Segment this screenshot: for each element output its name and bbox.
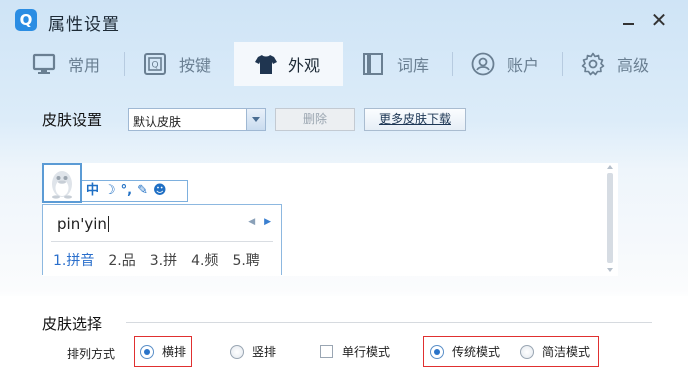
window-title: 属性设置 [48, 15, 120, 35]
candidate-item[interactable]: 3.拼 [150, 250, 177, 270]
horizontal-label: 横排 [162, 345, 187, 359]
more-skins-download-button[interactable]: 更多皮肤下载 [364, 108, 466, 131]
chevron-down-icon[interactable] [246, 109, 265, 130]
traditional-mode-radio[interactable]: 传统模式 [430, 343, 500, 360]
scroll-up-icon[interactable] [607, 165, 613, 169]
punctuation-icon[interactable]: °, [121, 181, 132, 201]
candidate-item[interactable]: 2.品 [108, 250, 135, 270]
simple-mode-label: 简洁模式 [542, 345, 591, 359]
traditional-mode-label: 传统模式 [452, 345, 501, 359]
wrench-icon[interactable]: ✎ [137, 181, 148, 201]
svg-text:Q: Q [151, 61, 158, 71]
arrange-label: 排列方式 [67, 347, 116, 361]
section-divider [126, 322, 652, 323]
gear-icon [581, 52, 605, 76]
tab-account[interactable]: 账户 [471, 42, 539, 86]
tab-appearance-label: 外观 [288, 56, 321, 75]
candidate-list: 1.拼音 2.品 3.拼 4.频 5.聘 [53, 250, 260, 270]
vertical-radio[interactable]: 竖排 [230, 343, 276, 360]
candidate-page-nav: ◀ ▶ [242, 217, 271, 227]
radio-unchecked-icon[interactable] [520, 344, 534, 359]
tab-account-label: 账户 [507, 56, 540, 75]
user-icon [471, 52, 495, 76]
horizontal-radio[interactable]: 横排 [140, 343, 186, 360]
key-icon: Q [143, 52, 167, 76]
skin-dropdown[interactable]: 默认皮肤 [128, 108, 266, 131]
tab-separator [452, 52, 453, 76]
palette-icon[interactable]: ☻ [153, 181, 167, 201]
skin-settings-heading: 皮肤设置 [42, 111, 103, 129]
title-bar: Q 属性设置 ✕ [0, 0, 688, 40]
close-button[interactable]: ✕ [649, 10, 669, 30]
moon-icon[interactable]: ☽ [104, 181, 116, 201]
skin-dropdown-value: 默认皮肤 [133, 115, 182, 129]
tshirt-icon [254, 52, 278, 76]
radio-unchecked-icon[interactable] [230, 344, 244, 359]
composition-text: pin'yin [57, 215, 109, 233]
single-line-checkbox[interactable]: 单行模式 [320, 343, 390, 360]
vertical-label: 竖排 [252, 345, 277, 359]
tab-bar: 常用 Q 按键 外观 词库 账户 高级 [0, 42, 688, 86]
radio-checked-icon[interactable] [430, 344, 444, 359]
candidate-item[interactable]: 1.拼音 [53, 250, 94, 270]
skin-choose-heading: 皮肤选择 [42, 315, 103, 333]
single-line-label: 单行模式 [342, 345, 391, 359]
app-logo-icon: Q [15, 9, 37, 31]
tab-common-label: 常用 [68, 56, 101, 75]
radio-checked-icon[interactable] [140, 344, 154, 359]
candidate-window: pin'yin ◀ ▶ 1.拼音 2.品 3.拼 4.频 5.聘 [42, 204, 282, 275]
tab-keys-label: 按键 [179, 56, 212, 75]
tab-keys[interactable]: Q 按键 [143, 42, 211, 86]
tab-common[interactable]: 常用 [32, 42, 100, 86]
minimize-button[interactable] [618, 10, 638, 30]
tab-appearance[interactable]: 外观 [234, 42, 343, 86]
delete-skin-button[interactable]: 删除 [275, 108, 355, 131]
tab-advanced-label: 高级 [617, 56, 650, 75]
tab-dictionary[interactable]: 词库 [361, 42, 429, 86]
penguin-avatar-icon [42, 163, 82, 203]
tab-advanced[interactable]: 高级 [581, 42, 649, 86]
simple-mode-radio[interactable]: 简洁模式 [520, 343, 590, 360]
scroll-thumb[interactable] [607, 173, 613, 263]
book-icon [361, 52, 385, 76]
checkbox-icon[interactable] [320, 345, 333, 358]
candidate-item[interactable]: 4.频 [191, 250, 218, 270]
ime-status-toolbar: 中 ☽ °, ✎ ☻ [82, 180, 188, 202]
next-page-icon[interactable]: ▶ [264, 217, 271, 227]
tab-separator [562, 52, 563, 76]
tab-separator [124, 52, 125, 76]
settings-window: Q 属性设置 ✕ 常用 Q 按键 外观 词库 账户 高级 皮肤设置 默认皮肤 删… [0, 0, 688, 369]
candidate-divider [51, 241, 273, 242]
candidate-item[interactable]: 5.聘 [232, 250, 259, 270]
chinese-mode-toggle[interactable]: 中 [86, 181, 99, 201]
tab-dictionary-label: 词库 [397, 56, 430, 75]
preview-scrollbar[interactable] [606, 165, 615, 273]
previous-page-icon[interactable]: ◀ [248, 217, 255, 227]
scroll-down-icon[interactable] [607, 268, 613, 272]
monitor-icon [32, 52, 56, 76]
